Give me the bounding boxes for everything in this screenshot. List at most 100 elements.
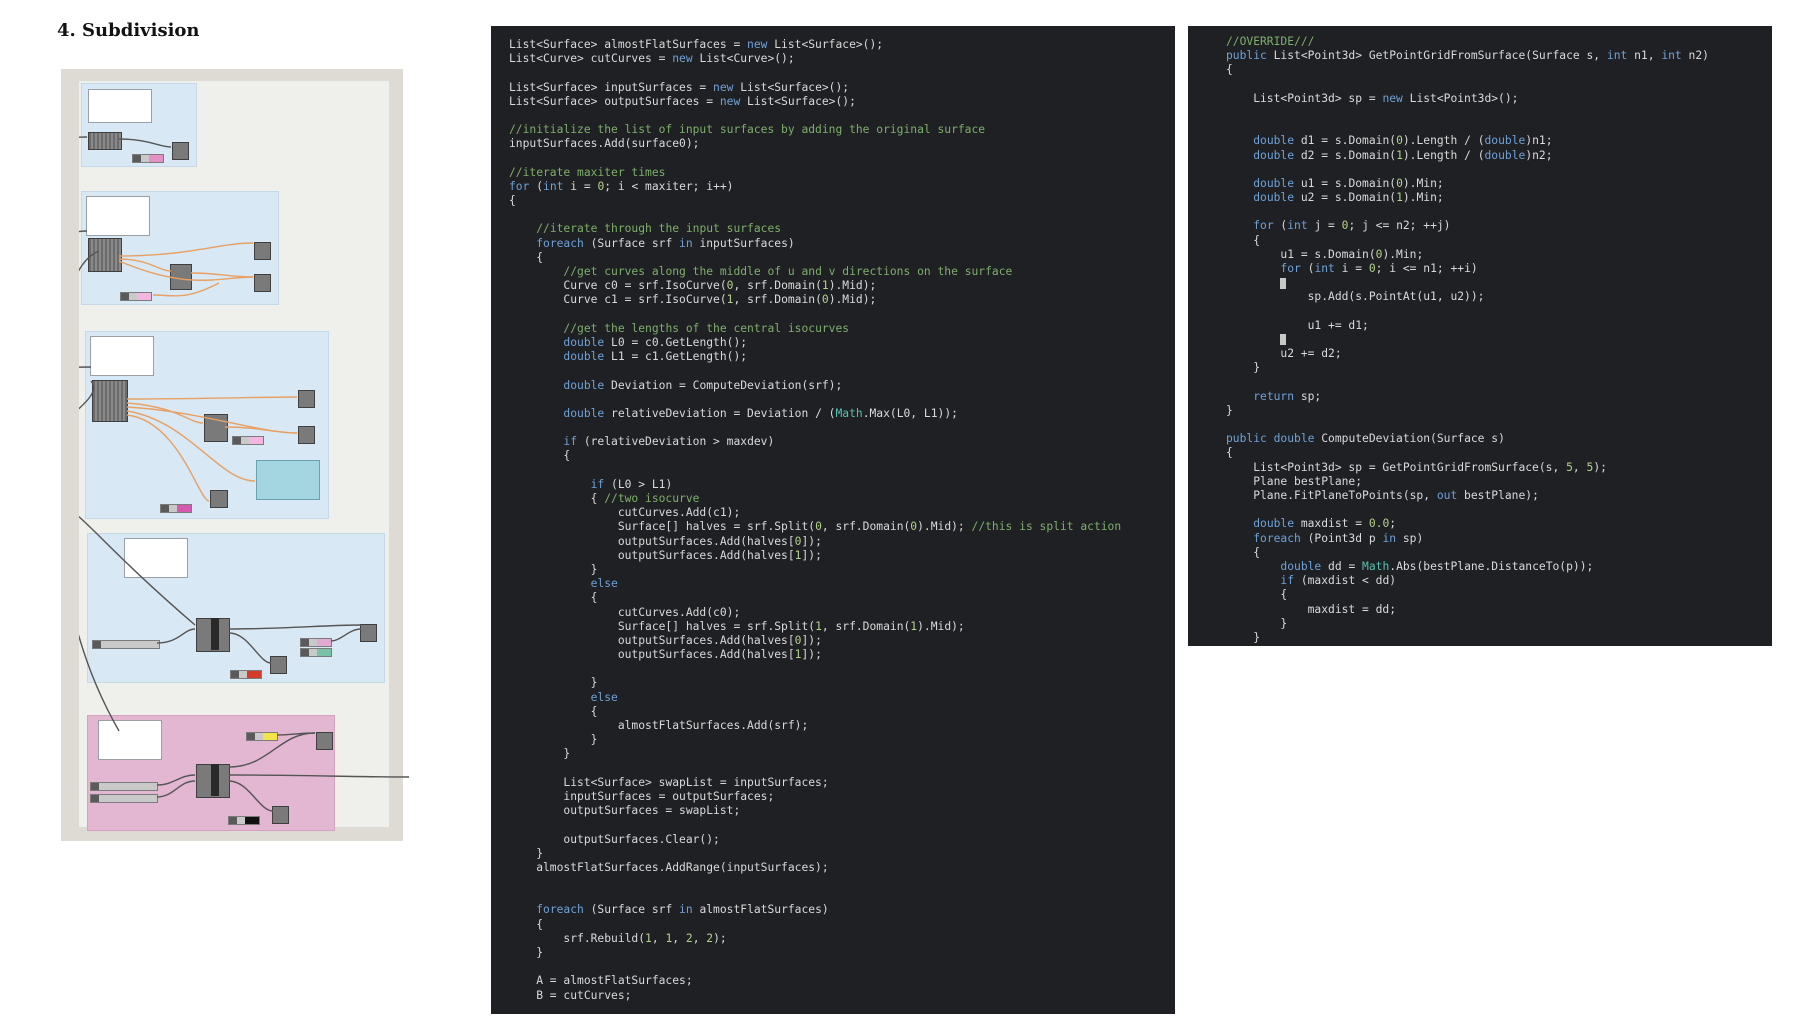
code-line: public double ComputeDeviation(Surface s… bbox=[1226, 432, 1505, 446]
code-line: if (relativeDeviation > maxdev) bbox=[563, 435, 775, 449]
code-line: } bbox=[509, 846, 544, 860]
code-line: outputSurfaces.Add(halves[1]); bbox=[509, 648, 822, 662]
code-line: { bbox=[1226, 446, 1233, 460]
code-line: Surface[] halves = srf.Split(1, srf.Doma… bbox=[509, 619, 965, 633]
code-line: } bbox=[1226, 403, 1233, 417]
code-line: foreach (Point3d p in sp) bbox=[1253, 531, 1424, 545]
code-line: for (int j = 0; j <= n2; ++j) bbox=[1253, 219, 1451, 233]
code-line: double u1 = s.Domain(0).Min; bbox=[1253, 176, 1444, 190]
code-line: { bbox=[1226, 588, 1288, 602]
wire-layer bbox=[79, 136, 409, 812]
code-line: A = almostFlatSurfaces; bbox=[509, 974, 693, 988]
code-line: double L0 = c0.GetLength(); bbox=[563, 335, 748, 349]
code-line: double u2 = s.Domain(1).Min; bbox=[1253, 191, 1444, 205]
code-line: double Deviation = ComputeDeviation(srf)… bbox=[563, 378, 843, 392]
code-line: double d2 = s.Domain(1).Length / (double… bbox=[1253, 148, 1553, 162]
code-line: for (int i = 0; i <= n1; ++i) bbox=[1280, 262, 1478, 275]
code-line: { //two isocurve bbox=[509, 492, 700, 505]
code-line: { bbox=[1226, 63, 1233, 77]
code-line: outputSurfaces.Clear(); bbox=[509, 832, 720, 846]
code-line: List<Surface> swapList = inputSurfaces; bbox=[509, 775, 829, 789]
code-line: for (int i = 0; i < maxiter; i++) bbox=[509, 179, 734, 193]
code-line: if (maxdist < dd) bbox=[1280, 574, 1397, 588]
code-line: if (L0 > L1) bbox=[590, 477, 673, 491]
code-line: u1 += d1; bbox=[1226, 318, 1369, 332]
code-line: almostFlatSurfaces.AddRange(inputSurface… bbox=[509, 860, 829, 874]
code-line: } bbox=[1226, 616, 1288, 630]
code-line: } bbox=[509, 676, 598, 690]
code-line: } bbox=[509, 733, 598, 747]
code-line: u2 += d2; bbox=[1226, 347, 1342, 361]
code-line: inputSurfaces.Add(surface0); bbox=[509, 137, 700, 151]
code-line: } bbox=[509, 747, 571, 761]
code-line: outputSurfaces.Add(halves[0]); bbox=[509, 534, 822, 548]
code-line: B = cutCurves; bbox=[509, 988, 632, 1002]
code-line: double L1 = c1.GetLength(); bbox=[563, 350, 748, 364]
code-line: outputSurfaces.Add(halves[1]); bbox=[509, 548, 822, 562]
code-line: { bbox=[1226, 545, 1261, 559]
code-line: maxdist = dd; bbox=[1226, 602, 1397, 616]
code-line: Plane bestPlane; bbox=[1226, 474, 1363, 488]
code-line bbox=[1226, 276, 1772, 290]
code-line: public List<Point3d> GetPointGridFromSur… bbox=[1226, 49, 1709, 63]
code-line: { bbox=[509, 591, 598, 605]
code-line: outputSurfaces.Add(halves[0]); bbox=[509, 633, 822, 647]
code-line: List<Point3d> sp = GetPointGridFromSurfa… bbox=[1226, 460, 1607, 474]
code-line: List<Curve> cutCurves = new List<Curve>(… bbox=[509, 52, 795, 66]
code-line: foreach (Surface srf in almostFlatSurfac… bbox=[536, 903, 829, 917]
code-line: //get curves along the middle of u and v… bbox=[563, 265, 1013, 278]
code-line: //initialize the list of input surfaces … bbox=[509, 123, 986, 137]
code-line: { bbox=[509, 917, 544, 931]
code-line: Plane.FitPlaneToPoints(sp, out bestPlane… bbox=[1226, 489, 1539, 502]
canvas-area[interactable] bbox=[79, 81, 409, 831]
code-line: else bbox=[590, 577, 618, 591]
code-line: { bbox=[509, 449, 571, 463]
code-line: cutCurves.Add(c0); bbox=[509, 605, 741, 619]
code-line: sp.Add(s.PointAt(u1, u2)); bbox=[1226, 290, 1485, 304]
code-line: Curve c1 = srf.IsoCurve(1, srf.Domain(0)… bbox=[509, 293, 877, 307]
code-line: } bbox=[509, 946, 544, 959]
code-line: { bbox=[509, 250, 544, 264]
code-editor-helpers[interactable]: //OVERRIDE///public List<Point3d> GetPoi… bbox=[1188, 26, 1772, 646]
code-line: List<Surface> almostFlatSurfaces = new L… bbox=[509, 38, 884, 51]
code-line: Surface[] halves = srf.Split(0, srf.Doma… bbox=[509, 520, 1122, 534]
code-line: { bbox=[509, 194, 516, 208]
code-line: return maxdist; bbox=[1226, 645, 1772, 646]
code-line: srf.Rebuild(1, 1, 2, 2); bbox=[509, 931, 727, 945]
code-line: List<Point3d> sp = new List<Point3d>(); bbox=[1226, 91, 1519, 105]
code-line: double dd = Math.Abs(bestPlane.DistanceT… bbox=[1280, 559, 1594, 573]
code-line: double relativeDeviation = Deviation / (… bbox=[563, 406, 958, 420]
code-line: //get the lengths of the central isocurv… bbox=[563, 321, 850, 335]
code-line: { bbox=[509, 704, 598, 718]
grasshopper-canvas[interactable] bbox=[61, 69, 409, 841]
code-line: List<Surface> inputSurfaces = new List<S… bbox=[509, 80, 850, 94]
code-line: //OVERRIDE/// bbox=[1226, 35, 1315, 48]
code-line: almostFlatSurfaces.Add(srf); bbox=[509, 719, 809, 732]
code-line: List<Surface> outputSurfaces = new List<… bbox=[509, 94, 856, 108]
section-heading: 4. Subdivision bbox=[57, 20, 200, 41]
code-line: //iterate through the input surfaces bbox=[536, 222, 782, 236]
code-line: } bbox=[509, 562, 598, 576]
code-editor-main[interactable]: List<Surface> almostFlatSurfaces = new L… bbox=[491, 26, 1175, 1014]
code-line: } bbox=[1226, 361, 1261, 375]
